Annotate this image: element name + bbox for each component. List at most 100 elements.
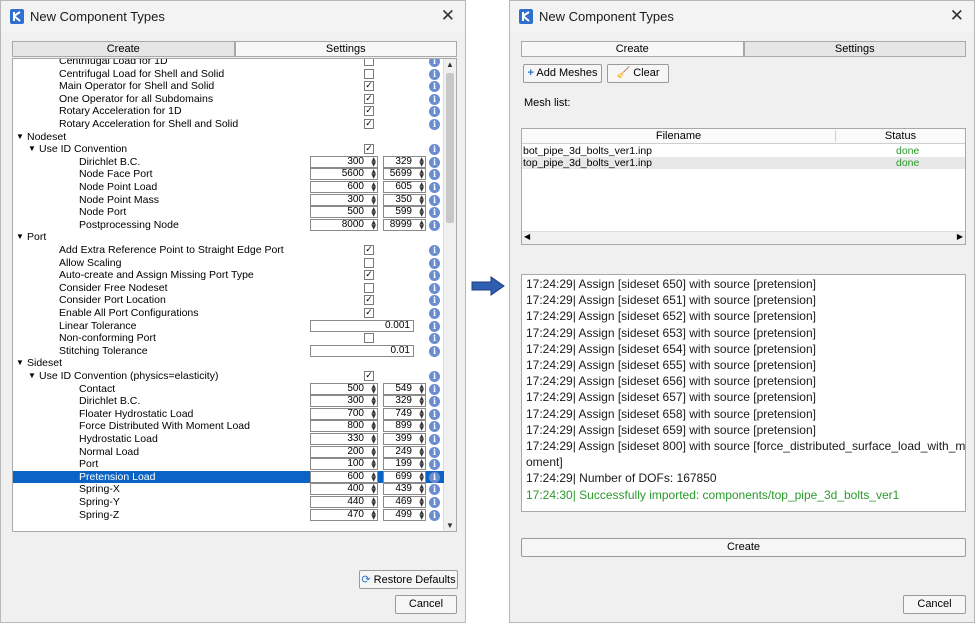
scroll-right-icon[interactable]: ▶ xyxy=(957,232,963,241)
tree-row[interactable]: Rotary Acceleration for Shell and Solid ✓… xyxy=(13,118,444,131)
setting-checkbox[interactable]: ✓ xyxy=(364,371,374,381)
tree-row[interactable]: Linear Tolerance 0.001 i xyxy=(13,319,444,333)
setting-checkbox[interactable]: ✓ xyxy=(364,308,374,318)
tree-row[interactable]: Node Point Load 600 ▲ ▼ 605 ▲ ▼ i xyxy=(13,181,444,194)
range-end-spinbox[interactable]: 599 ▲ ▼ xyxy=(383,206,426,219)
range-end-spinbox[interactable]: 329 ▲ ▼ xyxy=(383,155,426,168)
info-icon[interactable]: i xyxy=(429,497,440,508)
range-end-spinbox[interactable]: 439 ▲ ▼ xyxy=(383,483,426,496)
tree-row[interactable]: ▼ Port xyxy=(13,231,444,244)
tree-row[interactable]: Node Point Mass 300 ▲ ▼ 350 ▲ ▼ i xyxy=(13,193,444,207)
spin-arrows-icon[interactable]: ▲ ▼ xyxy=(419,421,424,432)
info-icon[interactable]: i xyxy=(429,59,440,67)
info-icon[interactable]: i xyxy=(429,182,440,193)
range-start-spinbox[interactable]: 300 ▲ ▼ xyxy=(310,155,378,168)
tab-settings[interactable]: Settings xyxy=(234,41,457,57)
settings-tree[interactable]: ▲ ▼ Centrifugal Load for 1D i Centrifugal … xyxy=(12,58,457,532)
tree-row[interactable]: Non-conforming Port i xyxy=(13,332,444,345)
scroll-thumb[interactable] xyxy=(446,73,454,223)
info-icon[interactable]: i xyxy=(429,396,440,408)
info-icon[interactable]: i xyxy=(429,270,440,282)
tree-row[interactable]: Spring-Y 440 ▲ ▼ 469 ▲ ▼ i xyxy=(13,496,444,509)
spin-arrows-icon[interactable]: ▲ ▼ xyxy=(371,408,376,419)
tab-create[interactable]: Create xyxy=(521,41,744,57)
spin-arrows-icon[interactable]: ▲ ▼ xyxy=(419,182,424,193)
tree-row[interactable]: Force Distributed With Moment Load 800 ▲ ▼ 8… xyxy=(13,420,444,433)
range-start-spinbox[interactable]: 300 ▲ ▼ xyxy=(310,193,378,206)
spin-arrows-icon[interactable]: ▲ ▼ xyxy=(419,459,424,470)
spin-arrows-icon[interactable]: ▲ ▼ xyxy=(419,169,424,180)
tree-scrollbar[interactable]: ▲ ▼ xyxy=(443,59,456,531)
range-end-spinbox[interactable]: 605 ▲ ▼ xyxy=(383,181,426,193)
tolerance-field[interactable]: 0.01 xyxy=(310,344,414,357)
info-icon[interactable]: i xyxy=(429,219,440,231)
spin-arrows-icon[interactable]: ▲ ▼ xyxy=(371,446,376,457)
range-start-spinbox[interactable]: 440 ▲ ▼ xyxy=(310,496,378,508)
spin-arrows-icon[interactable]: ▲ ▼ xyxy=(371,182,376,193)
spin-arrows-icon[interactable]: ▲ ▼ xyxy=(419,509,424,520)
cancel-button[interactable]: Cancel xyxy=(903,595,966,614)
range-end-spinbox[interactable]: 749 ▲ ▼ xyxy=(383,407,426,420)
tree-row[interactable]: ▼ Nodeset xyxy=(13,131,444,144)
info-icon[interactable]: i xyxy=(429,106,440,118)
scroll-down-icon[interactable]: ▼ xyxy=(446,521,454,530)
setting-checkbox[interactable] xyxy=(364,282,374,293)
setting-checkbox[interactable]: ✓ xyxy=(364,295,374,306)
spin-arrows-icon[interactable]: ▲ ▼ xyxy=(371,421,376,432)
info-icon[interactable]: i xyxy=(429,459,440,471)
close-icon[interactable]: ✕ xyxy=(950,6,964,26)
spin-arrows-icon[interactable]: ▲ ▼ xyxy=(419,156,424,167)
setting-checkbox[interactable]: ✓ xyxy=(364,144,374,155)
setting-checkbox[interactable]: ✓ xyxy=(364,245,374,255)
range-end-spinbox[interactable]: 899 ▲ ▼ xyxy=(383,420,426,433)
setting-checkbox[interactable] xyxy=(364,257,374,268)
tree-row[interactable]: Allow Scaling i xyxy=(13,257,444,270)
clear-button[interactable]: 🧹 Clear xyxy=(607,64,669,83)
tree-row[interactable]: Consider Port Location ✓ i xyxy=(13,294,444,307)
range-start-spinbox[interactable]: 400 ▲ ▼ xyxy=(310,483,378,496)
spin-arrows-icon[interactable]: ▲ ▼ xyxy=(419,207,424,218)
info-icon[interactable]: i xyxy=(429,408,440,420)
tree-row[interactable]: Add Extra Reference Point to Straight Ed… xyxy=(13,244,444,257)
info-icon[interactable]: i xyxy=(429,282,440,294)
info-icon[interactable]: i xyxy=(429,383,440,395)
range-start-spinbox[interactable]: 500 ▲ ▼ xyxy=(310,206,378,219)
tree-row[interactable]: Enable All Port Configurations ✓ i xyxy=(13,307,444,320)
tree-row[interactable]: Port 100 ▲ ▼ 199 ▲ ▼ i xyxy=(13,458,444,471)
range-end-spinbox[interactable]: 5699 ▲ ▼ xyxy=(383,168,426,181)
tree-row[interactable]: Spring-X 400 ▲ ▼ 439 ▲ ▼ i xyxy=(13,483,444,496)
tree-row[interactable]: ▼ Use ID Convention (physics=elasticity) ✓… xyxy=(13,370,444,383)
range-end-spinbox[interactable]: 249 ▲ ▼ xyxy=(383,445,426,458)
spin-arrows-icon[interactable]: ▲ ▼ xyxy=(419,446,424,457)
spin-arrows-icon[interactable]: ▲ ▼ xyxy=(419,219,424,230)
table-row[interactable]: bot_pipe_3d_bolts_ver1.inp done xyxy=(522,145,965,157)
expand-arrow-icon[interactable]: ▼ xyxy=(28,143,36,156)
range-start-spinbox[interactable]: 300 ▲ ▼ xyxy=(310,395,378,408)
setting-checkbox[interactable] xyxy=(364,59,374,66)
range-start-spinbox[interactable]: 330 ▲ ▼ xyxy=(310,433,378,445)
tree-row[interactable]: Auto-create and Assign Missing Port Type… xyxy=(13,269,444,282)
setting-checkbox[interactable]: ✓ xyxy=(364,119,374,129)
tree-row[interactable]: Pretension Load 600 ▲ ▼ 699 ▲ ▼ i xyxy=(13,470,444,484)
info-icon[interactable]: i xyxy=(429,81,440,93)
range-start-spinbox[interactable]: 500 ▲ ▼ xyxy=(310,382,378,395)
setting-checkbox[interactable]: ✓ xyxy=(364,270,374,281)
info-icon[interactable]: i xyxy=(429,308,440,319)
restore-defaults-button[interactable]: ⟳ Restore Defaults xyxy=(359,570,458,589)
table-row[interactable]: top_pipe_3d_bolts_ver1.inp done xyxy=(522,157,965,169)
tree-row[interactable]: Postprocessing Node 8000 ▲ ▼ 8999 ▲ ▼ i xyxy=(13,218,444,232)
info-icon[interactable]: i xyxy=(429,434,440,445)
info-icon[interactable]: i xyxy=(429,194,440,206)
setting-checkbox[interactable] xyxy=(364,333,374,344)
tree-row[interactable]: Node Face Port 5600 ▲ ▼ 5699 ▲ ▼ i xyxy=(13,168,444,181)
tree-row[interactable]: Dirichlet B.C. 300 ▲ ▼ 329 ▲ ▼ i xyxy=(13,155,444,169)
cancel-button[interactable]: Cancel xyxy=(395,595,457,614)
column-header-status[interactable]: Status xyxy=(836,130,965,142)
info-icon[interactable]: i xyxy=(429,421,440,433)
tree-row[interactable]: Floater Hydrostatic Load 700 ▲ ▼ 749 ▲ ▼ i xyxy=(13,407,444,421)
range-end-spinbox[interactable]: 8999 ▲ ▼ xyxy=(383,218,426,231)
info-icon[interactable]: i xyxy=(429,333,440,345)
close-icon[interactable]: ✕ xyxy=(441,6,455,26)
tree-row[interactable]: Centrifugal Load for Shell and Solid i xyxy=(13,68,444,81)
spin-arrows-icon[interactable]: ▲ ▼ xyxy=(371,396,376,407)
